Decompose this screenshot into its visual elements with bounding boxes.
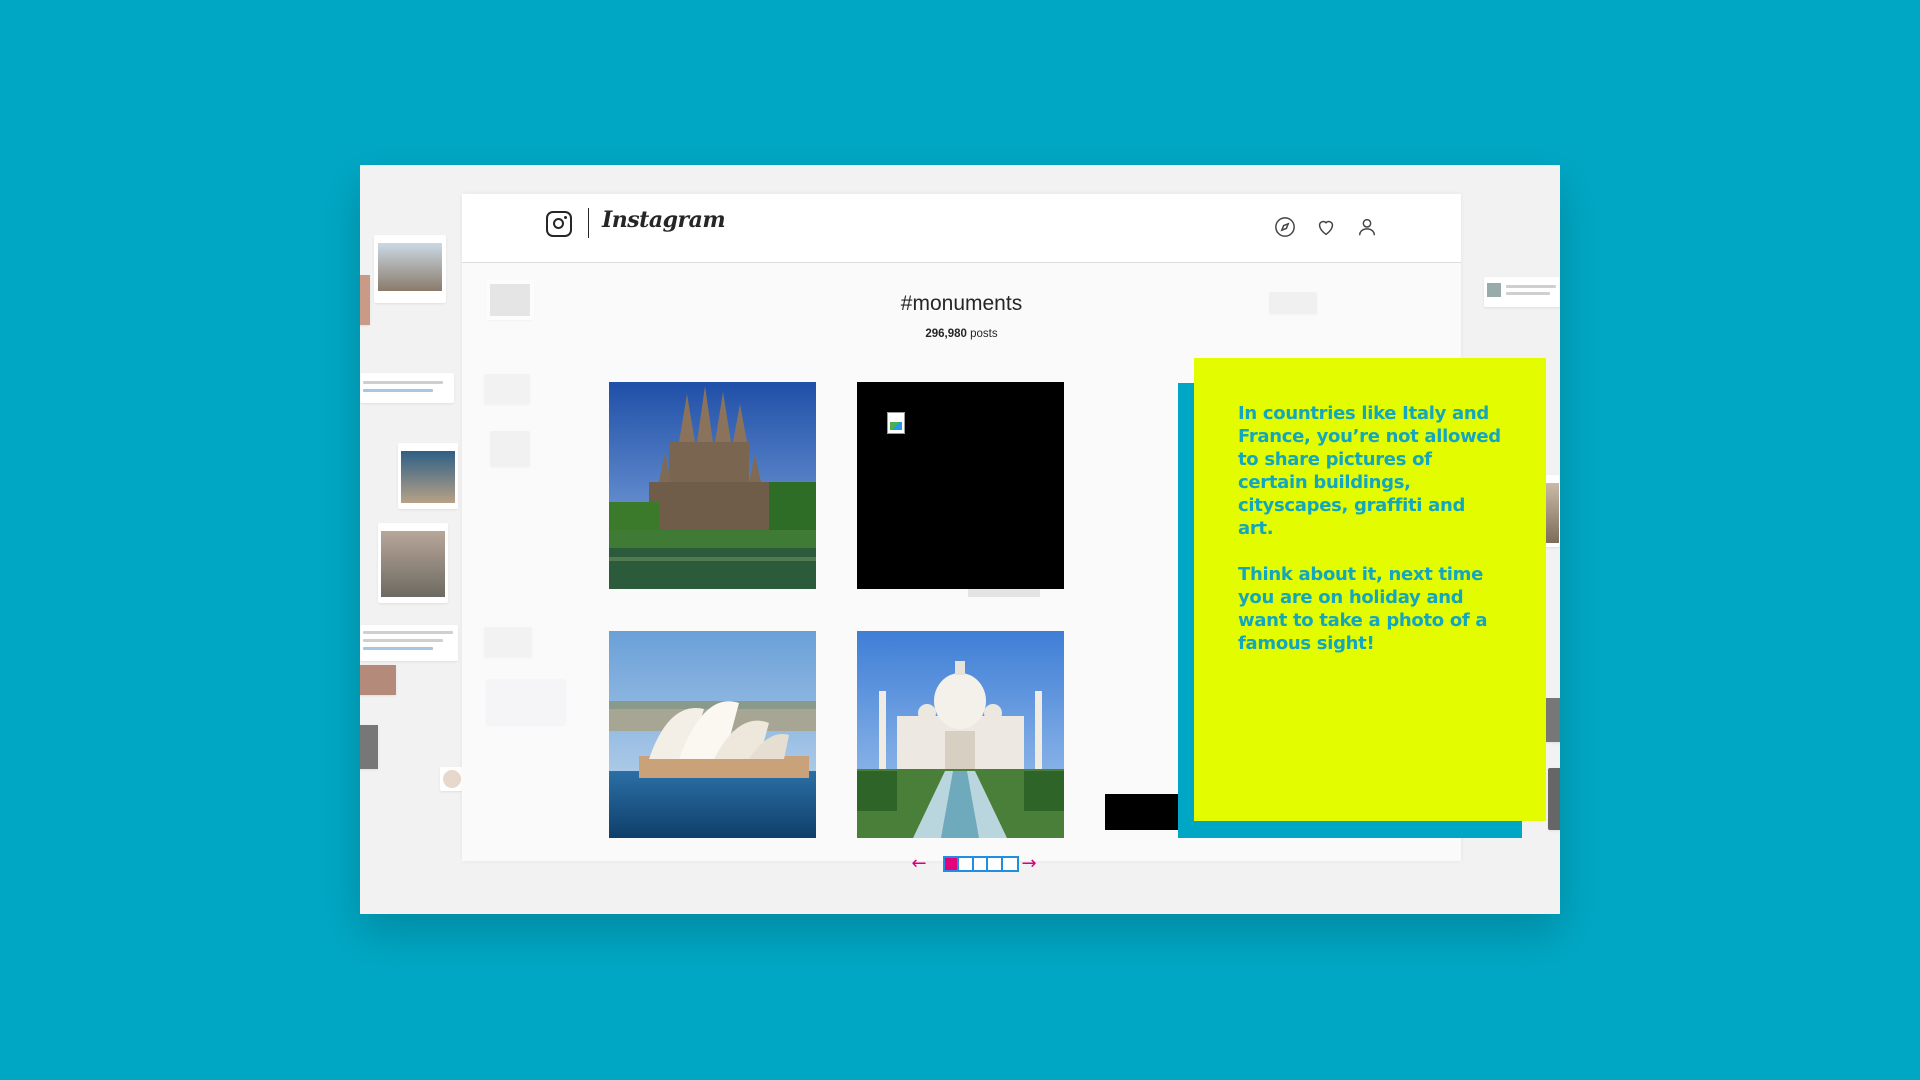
pager-dot-4[interactable] — [988, 858, 1003, 870]
heart-icon[interactable] — [1315, 216, 1337, 238]
logo-divider — [588, 208, 589, 238]
bg-fragment — [374, 235, 446, 303]
presentation-stage: Instagram #monuments 296,980 posts In co… — [360, 165, 1560, 914]
pager-dots — [943, 856, 1019, 872]
placeholder-bar — [968, 589, 1040, 597]
bg-fragment — [360, 625, 458, 661]
callout-card: In countries like Italy and France, you’… — [1194, 358, 1546, 821]
pager-dot-5[interactable] — [1002, 858, 1018, 870]
bg-fragment — [484, 374, 530, 404]
hashtag-title: #monuments — [900, 292, 1023, 315]
pager-dot-3[interactable] — [973, 858, 989, 870]
post-count-number: 296,980 — [925, 328, 967, 340]
instagram-header: Instagram — [462, 194, 1461, 263]
arrow-left-icon[interactable]: ← — [909, 855, 929, 873]
bg-fragment — [486, 679, 566, 725]
bg-fragment — [360, 725, 378, 769]
pager-dot-1[interactable] — [945, 858, 960, 870]
post-count-label: posts — [970, 328, 998, 340]
bg-fragment — [360, 665, 396, 695]
bg-fragment — [398, 443, 458, 509]
bg-fragment — [484, 627, 532, 657]
compass-icon[interactable] — [1274, 216, 1296, 238]
slide-pager: ← → — [909, 855, 1039, 873]
broken-image-icon — [887, 412, 905, 434]
instagram-wordmark[interactable]: Instagram — [602, 207, 726, 233]
user-icon[interactable] — [1356, 216, 1378, 238]
bg-fragment — [440, 767, 464, 791]
broken-image[interactable] — [857, 382, 1064, 589]
callout-paragraph-2: Think about it, next time you are on hol… — [1238, 564, 1488, 654]
bg-fragment — [360, 373, 454, 403]
arrow-right-icon[interactable]: → — [1019, 855, 1039, 873]
pager-dot-2[interactable] — [959, 858, 974, 870]
callout-paragraph-1: In countries like Italy and France, you’… — [1238, 403, 1501, 539]
post-count: 296,980 posts — [462, 328, 1461, 340]
sydney-opera-house-photo[interactable] — [609, 631, 816, 838]
instagram-logo-icon[interactable] — [546, 211, 572, 237]
bg-fragment — [1484, 277, 1560, 307]
sagrada-familia-photo[interactable] — [609, 382, 816, 589]
bg-fragment — [378, 523, 448, 603]
bg-fragment — [360, 275, 370, 325]
bg-fragment — [490, 431, 530, 467]
taj-mahal-photo[interactable] — [857, 631, 1064, 838]
instagram-window: Instagram #monuments 296,980 posts In co… — [462, 194, 1546, 873]
bg-fragment — [1548, 768, 1560, 830]
